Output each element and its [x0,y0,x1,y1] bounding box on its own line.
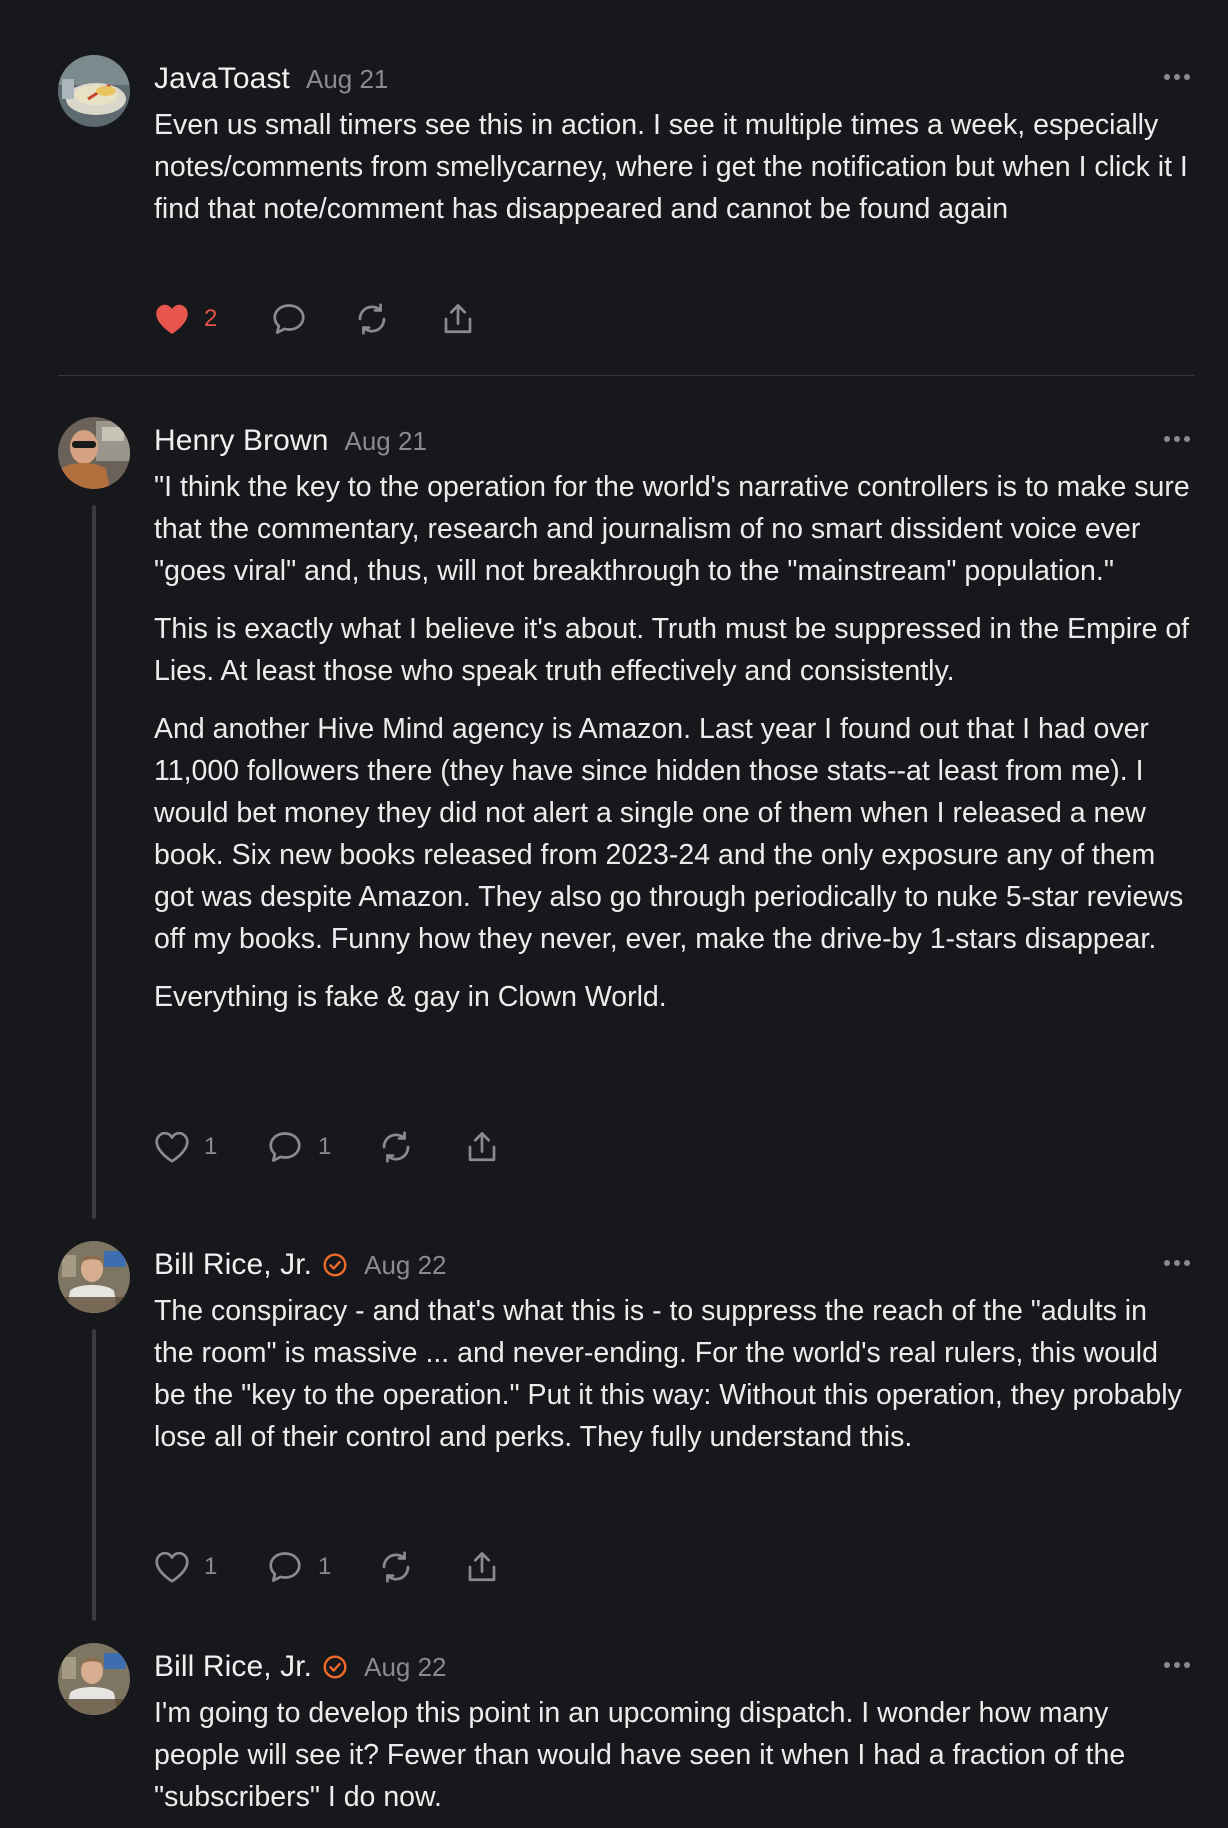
comment-body: I'm going to develop this point in an up… [154,1692,1194,1818]
thread-line [92,505,96,1219]
share-icon [468,1132,496,1162]
reply-count: 1 [318,1553,332,1580]
like-count: 1 [204,1553,218,1580]
comment-paragraph: Even us small timers see this in action.… [154,109,1188,225]
restack-button[interactable] [354,299,440,339]
comment-body: "I think the key to the operation for th… [154,466,1194,1018]
comment-paragraph: This is exactly what I believe it's abou… [154,613,1190,687]
share-button[interactable] [440,299,476,339]
share-icon [468,1552,496,1582]
share-icon [444,304,472,334]
like-button[interactable]: 1 [154,1547,266,1587]
comment-body: Even us small timers see this in action.… [154,104,1194,230]
comment-paragraph: I'm going to develop this point in an up… [154,1697,1126,1813]
like-count: 2 [204,305,218,332]
comment-paragraph: "I think the key to the operation for th… [154,471,1190,587]
comment-date[interactable]: Aug 22 [364,1250,446,1281]
comment-date[interactable]: Aug 21 [345,426,427,457]
like-button[interactable]: 1 [154,1127,266,1167]
author-name[interactable]: JavaToast [154,62,290,96]
speech-bubble-icon [269,1552,301,1582]
more-options-icon[interactable] [1160,423,1194,455]
heart-icon [156,304,188,334]
comment-date[interactable]: Aug 22 [364,1652,446,1683]
share-button[interactable] [464,1127,500,1167]
avatar[interactable] [58,417,130,489]
reply-button[interactable] [270,299,354,339]
heart-icon [155,1551,189,1583]
comment-divider [58,375,1194,376]
refresh-icon [382,1131,410,1163]
reply-button[interactable]: 1 [266,1127,378,1167]
heart-icon [155,1131,189,1163]
comment: Bill Rice, Jr. Aug 22 I'm going to devel… [58,1643,1194,1828]
like-button[interactable]: 2 [154,299,270,339]
reply-button[interactable]: 1 [266,1547,378,1587]
comment-header: Bill Rice, Jr. Aug 22 [154,1645,447,1689]
refresh-icon [358,303,386,335]
comment-header: Bill Rice, Jr. Aug 22 [154,1243,447,1287]
comment-paragraph: The conspiracy - and that's what this is… [154,1295,1182,1453]
author-name[interactable]: Bill Rice, Jr. [154,1248,312,1282]
check-badge-icon [322,1654,348,1680]
comment-actions: 2 [154,299,476,339]
comment: Henry Brown Aug 21 "I think the key to t… [58,417,1194,1219]
more-options-icon[interactable] [1160,1649,1194,1681]
reply-count: 1 [318,1133,332,1160]
comment: JavaToast Aug 21 Even us small timers se… [58,55,1194,335]
author-name[interactable]: Bill Rice, Jr. [154,1650,312,1684]
restack-button[interactable] [378,1547,464,1587]
restack-button[interactable] [378,1127,464,1167]
comment-actions: 1 1 [154,1127,500,1167]
author-name[interactable]: Henry Brown [154,424,329,458]
speech-bubble-icon [273,304,305,334]
thread-line [92,1329,96,1621]
comment-header: Henry Brown Aug 21 [154,419,427,463]
like-count: 1 [204,1133,218,1160]
more-options-icon[interactable] [1160,1247,1194,1279]
comment-body: The conspiracy - and that's what this is… [154,1290,1194,1458]
comment-paragraph: And another Hive Mind agency is Amazon. … [154,713,1184,955]
comment-paragraph: Everything is fake & gay in Clown World. [154,981,667,1013]
avatar[interactable] [58,1241,130,1313]
refresh-icon [382,1551,410,1583]
comment-header: JavaToast Aug 21 [154,57,388,101]
avatar[interactable] [58,1643,130,1715]
share-button[interactable] [464,1547,500,1587]
more-options-icon[interactable] [1160,61,1194,93]
speech-bubble-icon [269,1132,301,1162]
comment-actions: 1 1 [154,1547,500,1587]
avatar[interactable] [58,55,130,127]
check-badge-icon [322,1252,348,1278]
comment: Bill Rice, Jr. Aug 22 The conspiracy - a… [58,1241,1194,1621]
comment-date[interactable]: Aug 21 [306,64,388,95]
